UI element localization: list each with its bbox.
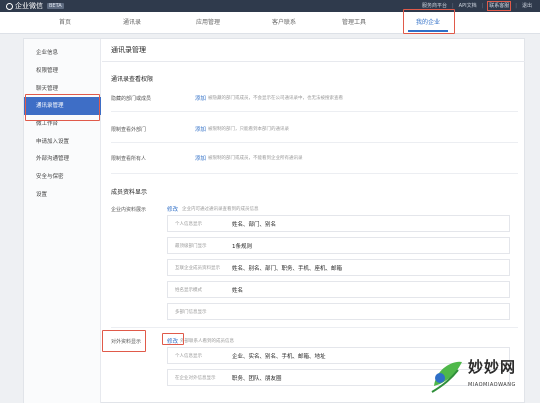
row-desc-restrict-all: 被限制的部门或成员，不能看到企业所有通讯录 bbox=[208, 156, 303, 161]
tab-tools[interactable]: 管理工具 bbox=[324, 12, 384, 34]
list-item: 姓名显示模式 姓名 bbox=[167, 281, 510, 298]
watermark: 妙妙网 MIAOMIAOWANG bbox=[428, 352, 540, 403]
row-label-hidden: 隐藏的部门或成员 bbox=[111, 96, 152, 102]
field-label: 在企业对外信息显示 bbox=[175, 376, 216, 381]
row-desc-restrict-dept: 被限制的部门，只能看到本部门的通讯录 bbox=[208, 127, 289, 132]
list-item: 个人信息显示 姓名、部门、别名 bbox=[167, 215, 510, 232]
row-desc-external: 外部联系人看到的成员信息 bbox=[180, 339, 234, 344]
app-name: 企业微信 bbox=[15, 2, 43, 10]
field-label: 姓名显示模式 bbox=[175, 288, 202, 293]
row-label-restrict-dept: 限制查看外部门 bbox=[111, 127, 147, 133]
page-title: 通讯录管理 bbox=[111, 46, 146, 54]
beta-badge: BETA bbox=[47, 3, 64, 9]
field-value: 姓名 bbox=[232, 288, 244, 294]
row-desc-hidden: 被隐藏的部门或成员，不会显示在公司通讯录中，也无法被搜索查看 bbox=[208, 96, 343, 101]
divider bbox=[111, 327, 518, 328]
watermark-text: 妙妙网 bbox=[468, 358, 517, 376]
field-value: 姓名、部门、别名 bbox=[232, 222, 277, 228]
highlight-box bbox=[102, 330, 146, 352]
list-item: 最顶级部门显示 1条规则 bbox=[167, 237, 510, 254]
main-nav: 首页 通讯录 应用管理 客户联系 管理工具 我的企业 bbox=[0, 12, 540, 34]
highlight-box bbox=[403, 9, 455, 34]
tab-customers[interactable]: 客户联系 bbox=[254, 12, 314, 34]
field-label: 互联企业成员资料显示 bbox=[175, 266, 220, 271]
section-title-view-permissions: 通讯录查看权限 bbox=[111, 76, 154, 83]
list-item: 多部门信息显示 bbox=[167, 303, 510, 320]
modify-internal-link[interactable]: 修改 bbox=[167, 205, 178, 213]
highlight-box bbox=[25, 94, 100, 121]
field-value: 1条规则 bbox=[232, 244, 252, 250]
field-label: 个人信息显示 bbox=[175, 222, 202, 227]
watermark-logo-icon bbox=[431, 361, 462, 393]
row-desc-internal: 企业内可通过通讯录查看到的成员信息 bbox=[182, 207, 259, 212]
add-restrict-dept-link[interactable]: 添加 bbox=[195, 125, 206, 133]
tab-apps[interactable]: 应用管理 bbox=[178, 12, 238, 34]
field-value: 职务、团队、朋友圈 bbox=[232, 376, 282, 382]
divider bbox=[111, 111, 518, 112]
divider bbox=[102, 61, 525, 62]
sidebar-item-permissions[interactable]: 权限管理 bbox=[24, 62, 101, 80]
field-value: 姓名、别名、部门、职务、手机、座机、邮箱 bbox=[232, 266, 343, 272]
row-label-internal: 企业内资料展示 bbox=[111, 207, 147, 213]
section-title-member-display: 成员资料显示 bbox=[111, 189, 148, 196]
brand[interactable]: 企业微信 BETA bbox=[6, 1, 64, 11]
highlight-box bbox=[162, 333, 184, 345]
top-bar: 企业微信 BETA 服务商平台 | API文档 | 联系客服 | 退出 bbox=[0, 0, 540, 12]
divider: | bbox=[481, 3, 484, 9]
divider bbox=[111, 142, 518, 143]
main-panel: 企业信息 权限管理 聊天管理 通讯录管理 微工作台 申请加入设置 外部沟通管理 … bbox=[23, 38, 525, 403]
sidebar-item-settings[interactable]: 设置 bbox=[24, 186, 101, 204]
add-restrict-all-link[interactable]: 添加 bbox=[195, 154, 206, 162]
tab-contacts[interactable]: 通讯录 bbox=[102, 12, 162, 34]
content: 通讯录管理 通讯录查看权限 隐藏的部门或成员 添加 被隐藏的部门或成员，不会显示… bbox=[102, 39, 525, 403]
toplink-logout[interactable]: 退出 bbox=[522, 2, 532, 10]
add-hidden-link[interactable]: 添加 bbox=[195, 94, 206, 102]
toplink-api-docs[interactable]: API文档 bbox=[459, 2, 477, 10]
tab-home[interactable]: 首页 bbox=[35, 12, 95, 34]
toplink-support[interactable]: 联系客服 bbox=[487, 1, 512, 11]
sidebar-item-security[interactable]: 安全与保密 bbox=[24, 168, 101, 186]
divider bbox=[111, 173, 518, 174]
sidebar-item-company-info[interactable]: 企业信息 bbox=[24, 44, 101, 62]
watermark-sub: MIAOMIAOWANG bbox=[468, 382, 516, 388]
sidebar-item-join-settings[interactable]: 申请加入设置 bbox=[24, 133, 101, 151]
list-item: 互联企业成员资料显示 姓名、别名、部门、职务、手机、座机、邮箱 bbox=[167, 259, 510, 276]
sidebar-item-external[interactable]: 外部沟通管理 bbox=[24, 150, 101, 168]
field-value: 企业、实名、别名、手机、邮箱、地址 bbox=[232, 354, 326, 360]
field-label: 个人信息显示 bbox=[175, 354, 202, 359]
row-label-restrict-all: 限制查看所有人 bbox=[111, 156, 147, 162]
divider: | bbox=[515, 3, 517, 9]
field-label: 最顶级部门显示 bbox=[175, 244, 207, 249]
field-label: 多部门信息显示 bbox=[175, 310, 207, 315]
wecom-logo-icon bbox=[6, 2, 13, 10]
